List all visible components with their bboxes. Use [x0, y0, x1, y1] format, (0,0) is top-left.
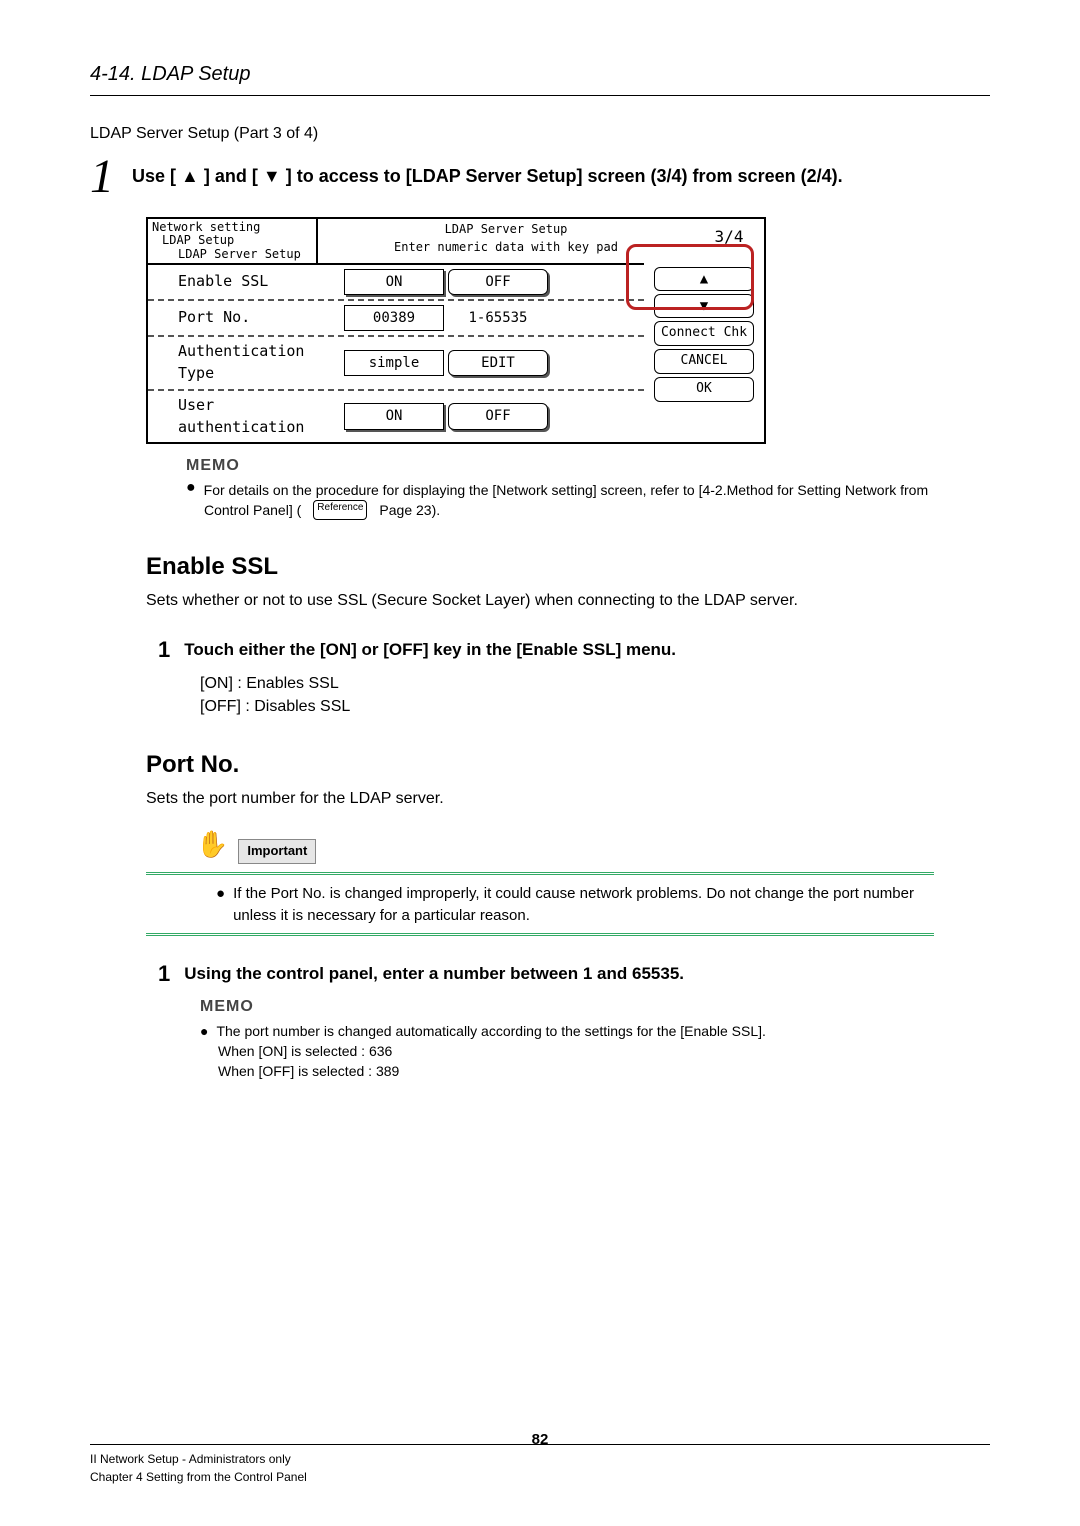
enable-ssl-desc: Sets whether or not to use SSL (Secure S…	[146, 589, 990, 612]
row-port-no: Port No. 00389 1-65535	[148, 299, 644, 335]
step-number: 1	[158, 958, 170, 990]
important-rule-bottom	[146, 933, 934, 936]
breadcrumb: Network setting LDAP Setup LDAP Server S…	[148, 219, 318, 263]
ok-button[interactable]: OK	[654, 377, 754, 402]
bullet-dot-icon: ●	[186, 480, 196, 500]
row-user-auth: User authentication ON OFF	[148, 389, 644, 443]
memo-line2b: Page 23).	[379, 500, 440, 520]
screenshot-rows: Enable SSL ON OFF Port No. 00389 1-65535…	[148, 263, 644, 443]
page-number: 82	[90, 1429, 990, 1451]
when-on: When [ON] is selected : 636	[218, 1041, 990, 1061]
port-memo-bullet: ● The port number is changed automatical…	[200, 1021, 990, 1041]
reference-badge: Reference	[313, 500, 367, 520]
scroll-down-button[interactable]: ▼	[654, 294, 754, 318]
memo-bullet: ● For details on the procedure for displ…	[186, 480, 990, 500]
enable-ssl-heading: Enable SSL	[146, 550, 990, 585]
when-off: When [OFF] is selected : 389	[218, 1061, 990, 1081]
enable-ssl-step: 1 Touch either the [ON] or [OFF] key in …	[158, 634, 990, 666]
cancel-button[interactable]: CANCEL	[654, 349, 754, 374]
port-memo-line: The port number is changed automatically…	[216, 1021, 765, 1041]
footer-line1: II Network Setup - Administrators only	[90, 1451, 990, 1468]
step-text: Using the control panel, enter a number …	[184, 958, 684, 990]
screenshot-side: ▲ ▼ Connect Chk CANCEL OK	[644, 263, 764, 443]
edit-button[interactable]: EDIT	[448, 350, 548, 376]
screenshot-title-area: LDAP Server Setup Enter numeric data wit…	[318, 219, 694, 263]
row-label: Port No.	[154, 307, 344, 329]
off-button[interactable]: OFF	[448, 269, 548, 295]
section-rule	[90, 95, 990, 96]
off-desc: [OFF] : Disables SSL	[200, 695, 990, 718]
hand-icon: ✋	[196, 826, 228, 864]
bullet-dot-icon: ●	[216, 883, 225, 927]
step-number: 1	[90, 153, 114, 201]
row-label: Enable SSL	[154, 271, 344, 293]
port-step: 1 Using the control panel, enter a numbe…	[158, 958, 990, 990]
auth-value: simple	[344, 350, 444, 376]
footer-line2: Chapter 4 Setting from the Control Panel	[90, 1469, 990, 1486]
step-text-post: ] to access to [LDAP Server Setup] scree…	[286, 166, 843, 186]
memo-line2a: Control Panel] (	[204, 500, 301, 520]
arrow-down-icon: ▼	[263, 166, 281, 186]
section-header: 4-14. LDAP Setup	[90, 60, 990, 89]
crumb-2: LDAP Setup	[162, 234, 312, 247]
port-no-heading: Port No.	[146, 748, 990, 783]
memo-line1: For details on the procedure for display…	[204, 480, 928, 500]
on-button[interactable]: ON	[344, 269, 444, 295]
memo-label-2: MEMO	[200, 995, 990, 1018]
intro-line: LDAP Server Setup (Part 3 of 4)	[90, 122, 990, 145]
ldap-screenshot: Network setting LDAP Setup LDAP Server S…	[146, 217, 766, 444]
memo-label: MEMO	[186, 454, 990, 477]
off-button[interactable]: OFF	[448, 403, 548, 429]
arrow-up-icon: ▲	[181, 166, 199, 186]
port-value[interactable]: 00389	[344, 305, 444, 331]
screenshot-header: Network setting LDAP Setup LDAP Server S…	[148, 219, 764, 263]
port-range: 1-65535	[448, 306, 548, 330]
important-body: If the Port No. is changed improperly, i…	[233, 883, 934, 927]
step-1: 1 Use [ ▲ ] and [ ▼ ] to access to [LDAP…	[90, 153, 990, 201]
screenshot-page: 3/4	[694, 219, 764, 263]
connect-chk-button[interactable]: Connect Chk	[654, 321, 754, 346]
step-number: 1	[158, 634, 170, 666]
step-text: Use [ ▲ ] and [ ▼ ] to access to [LDAP S…	[132, 163, 843, 189]
page-footer: 82 II Network Setup - Administrators onl…	[90, 1444, 990, 1486]
crumb-3: LDAP Server Setup	[178, 248, 312, 261]
step-text: Touch either the [ON] or [OFF] key in th…	[184, 634, 676, 666]
on-button[interactable]: ON	[344, 403, 444, 429]
row-label: User authentication	[154, 395, 344, 439]
important-label: Important	[238, 839, 316, 864]
important-text: ● If the Port No. is changed improperly,…	[216, 883, 934, 927]
important-callout: ✋ Important	[196, 826, 990, 864]
step-text-pre: Use [	[132, 166, 176, 186]
row-auth-type: Authentication Type simple EDIT	[148, 335, 644, 389]
important-rule-top	[146, 872, 934, 875]
row-label: Authentication Type	[154, 341, 344, 385]
screenshot-title: LDAP Server Setup	[322, 221, 690, 238]
screenshot-subtitle: Enter numeric data with key pad	[322, 239, 690, 256]
bullet-dot-icon: ●	[200, 1021, 208, 1041]
row-enable-ssl: Enable SSL ON OFF	[148, 263, 644, 299]
scroll-up-button[interactable]: ▲	[654, 267, 754, 291]
memo-line2: Control Panel] ( Reference Page 23).	[204, 500, 990, 520]
on-desc: [ON] : Enables SSL	[200, 672, 990, 695]
port-no-desc: Sets the port number for the LDAP server…	[146, 787, 990, 810]
step-text-mid: ] and [	[204, 166, 258, 186]
